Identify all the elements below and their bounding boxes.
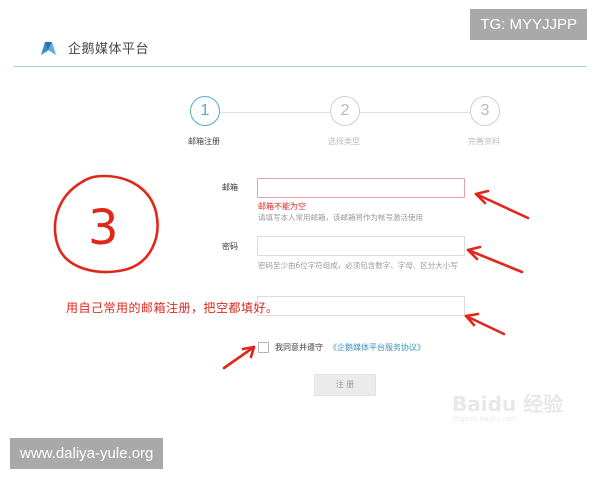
circled-number: 3 — [88, 200, 119, 256]
watermark-sub: jingyan.baidu.com — [452, 415, 517, 423]
arrow-checkbox — [222, 345, 256, 370]
annotation-text: 用自己常用的邮箱注册，把空都填好。 — [66, 301, 279, 315]
arrow-password — [466, 248, 524, 274]
arrow-email — [474, 192, 530, 220]
baidu-watermark: Baidu 经验 jingyan.baidu.com — [452, 388, 563, 423]
watermark-text: Baidu 经验 — [452, 392, 564, 416]
arrow-confirm — [464, 314, 506, 336]
site-url-badge: www.daliya-yule.org — [10, 438, 164, 469]
